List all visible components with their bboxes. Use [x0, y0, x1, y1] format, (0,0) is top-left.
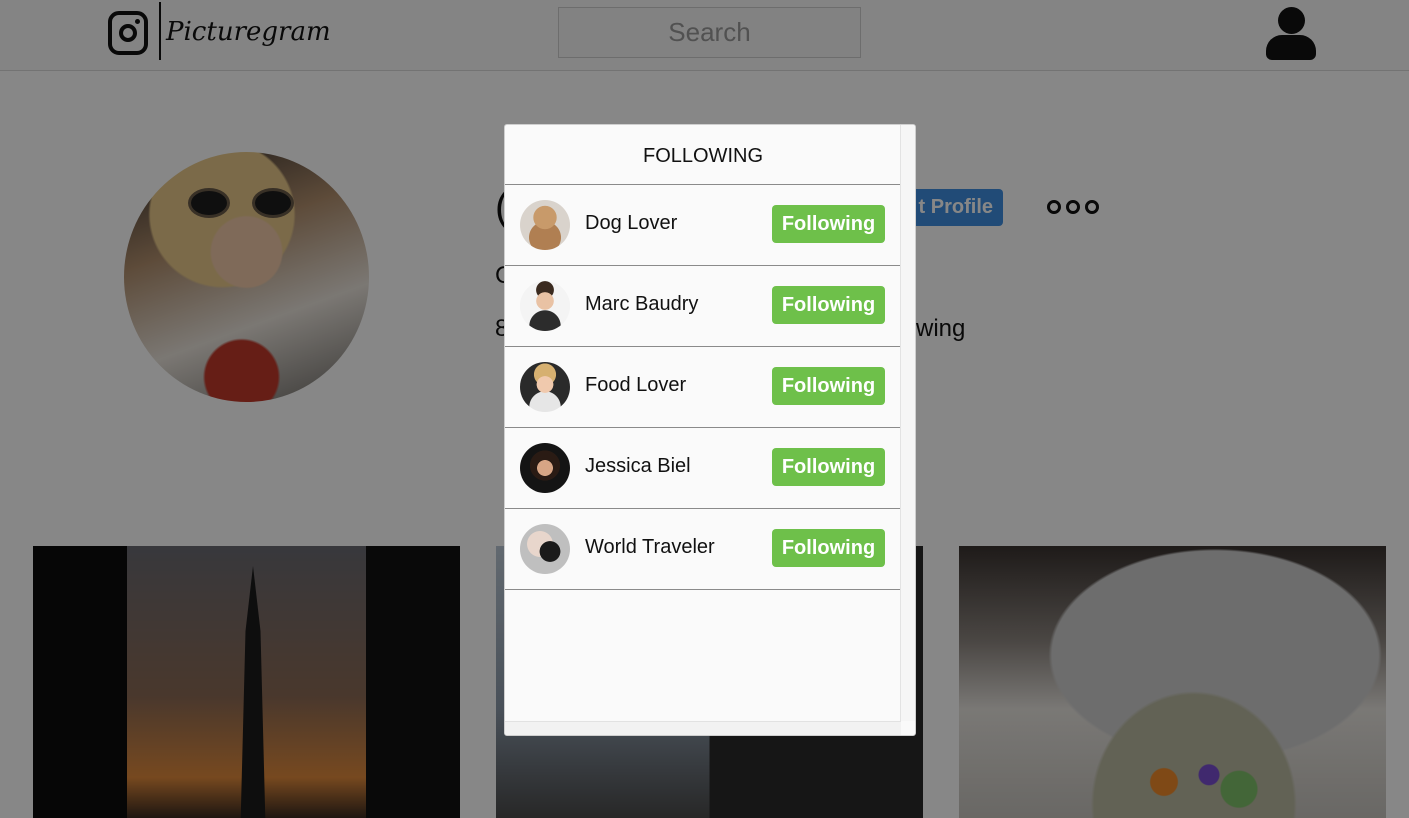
- modal-title: FOLLOWING: [505, 125, 901, 185]
- following-list-item[interactable]: Dog Lover Following: [505, 185, 901, 266]
- following-list-item[interactable]: World Traveler Following: [505, 509, 901, 590]
- following-button[interactable]: Following: [772, 448, 885, 486]
- user-name[interactable]: Dog Lover: [585, 212, 677, 235]
- user-name[interactable]: Food Lover: [585, 374, 686, 397]
- user-avatar[interactable]: [520, 281, 570, 331]
- following-button[interactable]: Following: [772, 367, 885, 405]
- vertical-scrollbar[interactable]: [900, 125, 915, 721]
- following-list-item[interactable]: Jessica Biel Following: [505, 428, 901, 509]
- user-avatar[interactable]: [520, 524, 570, 574]
- following-list: Dog Lover Following Marc Baudry Followin…: [505, 185, 901, 590]
- following-list-item[interactable]: Food Lover Following: [505, 347, 901, 428]
- user-name[interactable]: Jessica Biel: [585, 455, 691, 478]
- user-name[interactable]: World Traveler: [585, 536, 715, 559]
- following-button[interactable]: Following: [772, 205, 885, 243]
- following-button[interactable]: Following: [772, 529, 885, 567]
- horizontal-scrollbar[interactable]: [505, 721, 901, 735]
- user-avatar[interactable]: [520, 443, 570, 493]
- user-avatar[interactable]: [520, 362, 570, 412]
- user-avatar[interactable]: [520, 200, 570, 250]
- following-modal: FOLLOWING Dog Lover Following Marc Baudr…: [504, 124, 916, 736]
- following-list-item[interactable]: Marc Baudry Following: [505, 266, 901, 347]
- user-name[interactable]: Marc Baudry: [585, 293, 698, 316]
- following-button[interactable]: Following: [772, 286, 885, 324]
